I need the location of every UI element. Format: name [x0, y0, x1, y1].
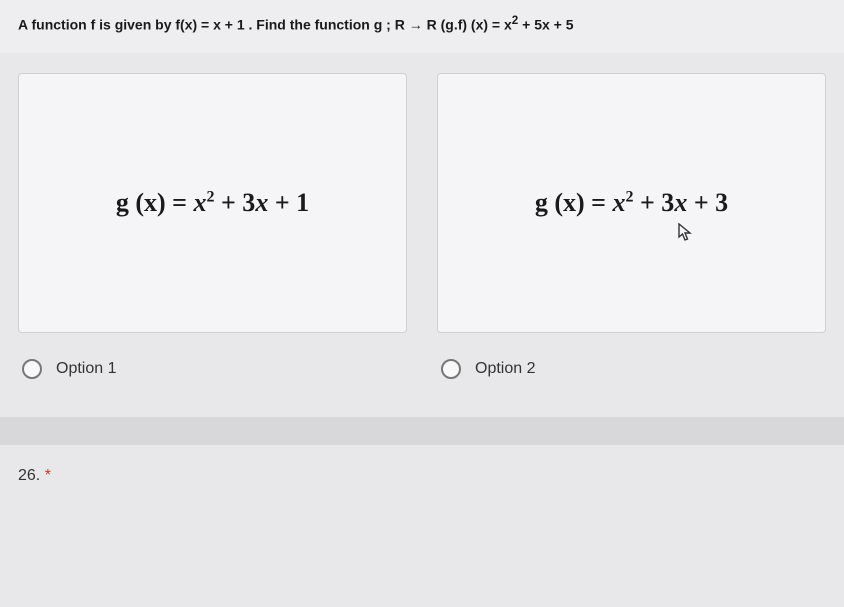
radio-option-2[interactable]	[441, 359, 461, 379]
cursor-icon	[678, 223, 694, 243]
formula-option-2: g (x) = x2 + 3x + 3	[535, 188, 728, 218]
option-box-2[interactable]: g (x) = x2 + 3x + 3	[437, 73, 826, 333]
option-label-1: Option 1	[56, 360, 116, 378]
option-box-1[interactable]: g (x) = x2 + 3x + 1	[18, 73, 407, 333]
formula-var: x	[193, 188, 206, 217]
next-question-header: 26. *	[0, 445, 844, 507]
option-label-2: Option 2	[475, 360, 535, 378]
formula-var2: x	[674, 188, 687, 217]
formula-option-1: g (x) = x2 + 3x + 1	[116, 188, 309, 218]
required-mark: *	[45, 467, 51, 484]
option-row-1[interactable]: Option 1	[18, 351, 407, 387]
prompt-suffix: + 5x + 5	[518, 17, 573, 33]
option-row-2[interactable]: Option 2	[437, 351, 826, 387]
formula-var2: x	[255, 188, 268, 217]
formula-var: x	[612, 188, 625, 217]
options-container: g (x) = x2 + 3x + 1 g (x) = x2 + 3x + 3	[0, 73, 844, 333]
prompt-prefix: A function f is given by f(x) = x + 1 . …	[18, 17, 512, 33]
question-prompt: A function f is given by f(x) = x + 1 . …	[0, 0, 844, 53]
radio-option-1[interactable]	[22, 359, 42, 379]
option-labels-row: Option 1 Option 2	[0, 333, 844, 387]
formula-lhs: g (x) =	[116, 188, 194, 217]
formula-tail: + 1	[268, 188, 309, 217]
section-divider	[0, 417, 844, 445]
formula-lhs: g (x) =	[535, 188, 613, 217]
formula-mid: + 3	[214, 188, 255, 217]
formula-tail: + 3	[687, 188, 728, 217]
formula-mid: + 3	[633, 188, 674, 217]
next-question-number: 26.	[18, 467, 40, 484]
